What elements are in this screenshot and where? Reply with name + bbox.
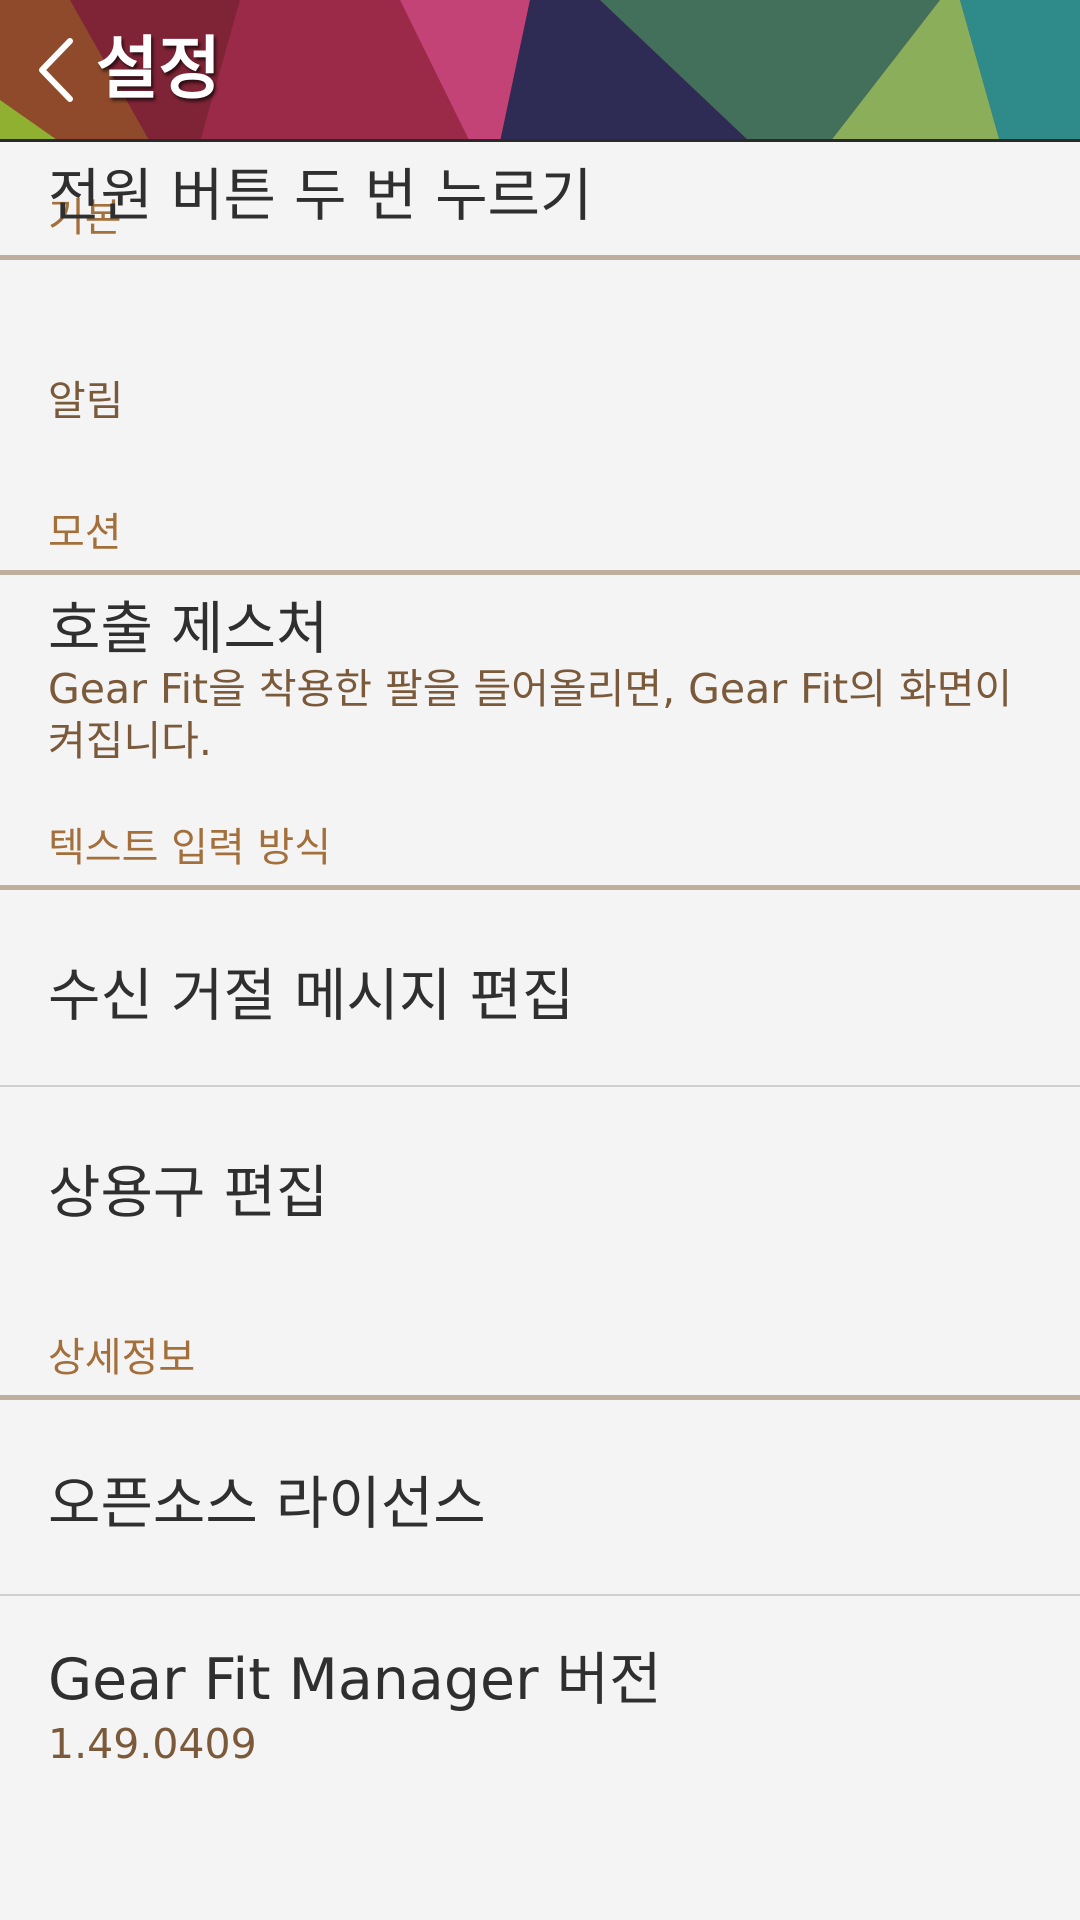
chevron-left-icon [39,38,73,102]
section-label: 상세정보 [48,1335,196,1381]
section-header-text-input: 텍스트 입력 방식 [0,775,1080,890]
section-label: 모션 [48,510,122,556]
app-header: 설정 [0,0,1080,142]
setting-subtitle: 알림 [48,377,124,425]
setting-title: 오픈소스 라이선스 [48,1471,486,1537]
back-button[interactable] [14,20,98,120]
setting-subtitle: Gear Fit을 착용한 팔을 들어올리면, Gear Fit의 화면이 켜집… [48,665,1013,765]
version-number: 1.49.0409 [48,1720,257,1768]
setting-item-app-version[interactable]: Gear Fit Manager 버전 1.49.0409 [0,1596,1080,1806]
setting-item-double-press-power[interactable]: 전원 버튼 두 번 누르기 알림 [0,163,1080,460]
section-header-motion: 모션 [0,460,1080,575]
setting-title: 호출 제스처 [48,596,329,662]
setting-title: Gear Fit Manager 버전 [48,1647,662,1713]
setting-item-reject-messages[interactable]: 수신 거절 메시지 편집 [0,890,1080,1088]
page-title[interactable]: 설정 [96,22,221,118]
setting-item-open-source-licenses[interactable]: 오픈소스 라이선스 [0,1400,1080,1595]
section-header-about: 상세정보 [0,1285,1080,1400]
setting-title: 수신 거절 메시지 편집 [48,963,575,1029]
section-label: 텍스트 입력 방식 [48,825,332,871]
setting-item-quick-phrases[interactable]: 상용구 편집 [0,1087,1080,1285]
setting-title: 상용구 편집 [48,1160,329,1226]
setting-title: 전원 버튼 두 번 누르기 [48,163,593,229]
